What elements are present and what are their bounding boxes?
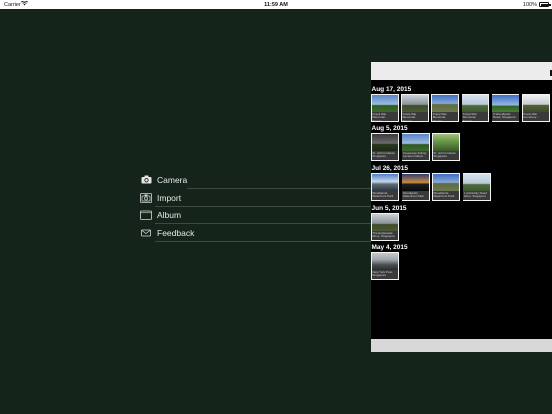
photo-thumbnail[interactable]: St. John's Island, Singapore — [432, 133, 460, 161]
section-date: Jun 5, 2015 — [371, 205, 407, 212]
photo-thumbnail[interactable]: Kranji War Memorial, Singap... — [461, 94, 490, 122]
photo-thumbnail[interactable]: Kranji War Memorial, Singap... — [371, 94, 399, 122]
photo-thumbnail[interactable]: Woodlands Waterfront Park — [432, 173, 460, 201]
section-date: Aug 17, 2015 — [371, 86, 412, 93]
photo-caption: The Esplanade Drive, Singapore — [371, 231, 399, 241]
photo-thumbnail[interactable]: The Esplanade Drive, Singapore — [371, 213, 399, 241]
photo-caption: Kranji War Memorial, Singap... — [462, 112, 489, 122]
photo-caption: Woodlands Waterfront Park — [432, 191, 460, 201]
photo-caption: Causeway linking Lazarus Island... — [402, 151, 429, 161]
thumb-row: St. John's Island, Singapore Causeway li… — [371, 133, 552, 161]
photo-caption: St. John's Island, Singapore — [371, 151, 399, 161]
menu-item-label: Camera — [157, 174, 188, 185]
photo-thumbnail[interactable]: Woodlands Waterfront Park — [401, 173, 430, 201]
photo-caption: 9 Woodlands Road, Singapore — [492, 112, 519, 122]
photo-caption: Kranji War Memorial, Singap... — [401, 112, 429, 122]
photo-thumbnail[interactable]: St. John's Island, Singapore — [371, 133, 399, 161]
menu-item-feedback[interactable]: Feedback — [139, 224, 371, 242]
panel-header — [371, 62, 552, 80]
import-icon — [140, 192, 152, 203]
photo-caption: Kranji War Memorial, Singap... — [432, 112, 459, 122]
album-panel[interactable]: Aug 17, 2015 Kranji War Memorial, Singap… — [371, 62, 552, 352]
photo-thumbnail[interactable]: New York Post, Singapore — [371, 252, 399, 280]
photo-image — [371, 252, 399, 270]
photo-caption: St. John's Island, Singapore — [432, 151, 460, 161]
photo-image — [522, 94, 549, 112]
photo-thumbnail[interactable]: Kranji War Memorial, Singap... — [401, 94, 429, 122]
album-section: Jul 26, 2015 Woodlands Waterfront Park W… — [371, 165, 552, 201]
photo-thumbnail[interactable]: 9 Woodlands Road, Singapore — [491, 94, 520, 122]
photo-caption: Woodlands Waterfront Park — [371, 191, 399, 201]
status-bar: Carrier 11:59 AM 100% — [0, 0, 552, 9]
album-section: Jun 5, 2015 The Esplanade Drive, Singapo… — [371, 205, 552, 241]
photo-image — [463, 173, 490, 191]
photo-image — [492, 94, 519, 112]
photo-image — [401, 94, 429, 112]
status-time: 11:59 AM — [264, 1, 288, 8]
photo-image — [432, 94, 459, 112]
battery-tip-icon — [549, 3, 551, 6]
photo-image — [402, 173, 429, 191]
camera-icon — [140, 175, 152, 185]
photo-caption: Kranji War Memorial, Singap... — [371, 112, 398, 122]
photo-caption: New York Post, Singapore — [371, 270, 399, 280]
photo-thumbnail[interactable]: Kranji War Cemetery... — [521, 94, 550, 122]
section-date: Jul 26, 2015 — [371, 165, 409, 172]
thumb-row: New York Post, Singapore — [371, 252, 552, 280]
photo-thumbnail[interactable]: 1 Admiralty Road West, Singapore — [462, 173, 491, 201]
section-date: Aug 5, 2015 — [371, 125, 408, 132]
photo-image — [371, 133, 399, 151]
menu-item-label: Feedback — [157, 227, 195, 238]
photo-image — [432, 173, 460, 191]
thumb-row: Woodlands Waterfront Park Woodlands Wate… — [371, 173, 552, 201]
photo-caption: 1 Admiralty Road West, Singapore — [463, 191, 490, 201]
photo-thumbnail[interactable]: Woodlands Waterfront Park — [371, 173, 399, 201]
panel-footer — [371, 339, 552, 352]
feedback-icon — [140, 228, 152, 238]
album-section: Aug 17, 2015 Kranji War Memorial, Singap… — [371, 86, 552, 122]
menu-item-album[interactable]: Album — [139, 206, 371, 224]
photo-thumbnail[interactable]: Kranji War Memorial, Singap... — [431, 94, 460, 122]
photo-image — [371, 94, 398, 112]
photo-image — [371, 173, 399, 191]
section-date: May 4, 2015 — [371, 244, 408, 251]
album-icon — [140, 210, 152, 221]
album-section: May 4, 2015 New York Post, Singapore — [371, 244, 552, 280]
menu-item-import[interactable]: Import — [139, 189, 371, 207]
photo-image — [402, 133, 429, 151]
side-menu: Camera Import Album Feedback — [139, 171, 371, 242]
battery-percentage: 100% — [522, 1, 537, 8]
album-section: Aug 5, 2015 St. John's Island, Singapore… — [371, 125, 552, 161]
photo-caption: Woodlands Waterfront Park — [402, 191, 429, 201]
battery-icon — [539, 2, 549, 7]
photo-image — [371, 213, 399, 231]
menu-item-label: Import — [157, 192, 182, 203]
photo-thumbnail[interactable]: Causeway linking Lazarus Island... — [401, 133, 430, 161]
menu-item-label: Album — [157, 210, 182, 221]
photo-caption: Kranji War Cemetery... — [522, 112, 549, 122]
thumb-row: The Esplanade Drive, Singapore — [371, 213, 552, 241]
thumb-row: Kranji War Memorial, Singap... Kranji Wa… — [371, 94, 552, 122]
photo-image — [462, 94, 489, 112]
menu-item-camera[interactable]: Camera — [139, 171, 371, 189]
photo-image — [432, 133, 460, 151]
